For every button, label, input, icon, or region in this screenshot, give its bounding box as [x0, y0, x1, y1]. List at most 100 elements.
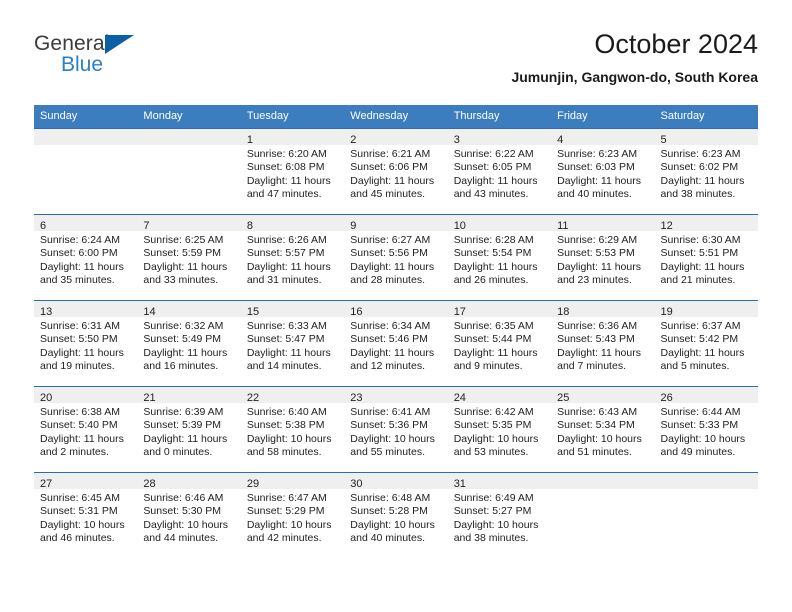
calendar-day-cell[interactable]: 6 Sunrise: 6:24 AM Sunset: 6:00 PM Daylight… — [34, 214, 138, 301]
calendar-day-cell[interactable]: 19 Sunrise: 6:37 AM Sunset: 5:42 PM Dayligh… — [654, 300, 758, 387]
day-detail-line: Sunset: 5:27 PM — [453, 505, 532, 518]
calendar-day-cell[interactable]: 29 Sunrise: 6:47 AM Sunset: 5:29 PM Dayligh… — [240, 472, 345, 558]
day-detail-line: Daylight: 11 hours — [143, 260, 228, 273]
day-detail-lines: Sunrise: 6:35 AM Sunset: 5:44 PM Daylight:… — [448, 317, 551, 373]
day-detail-lines: Sunrise: 6:41 AM Sunset: 5:36 PM Daylight:… — [344, 403, 447, 459]
day-detail-line: Sunset: 5:34 PM — [557, 419, 635, 432]
day-detail-line: Daylight: 11 hours — [246, 260, 331, 273]
day-number: 15 — [246, 306, 260, 318]
calendar-day-cell[interactable]: 28 Sunrise: 6:46 AM Sunset: 5:30 PM Dayligh… — [137, 472, 241, 558]
calendar-day-cell[interactable]: 17 Sunrise: 6:35 AM Sunset: 5:44 PM Dayligh… — [447, 300, 552, 387]
day-detail-lines: Sunrise: 6:49 AM Sunset: 5:27 PM Daylight:… — [448, 489, 551, 545]
day-detail-lines: Sunrise: 6:32 AM Sunset: 5:49 PM Daylight:… — [137, 317, 240, 373]
weekday-header-sunday: Sunday — [34, 105, 138, 129]
day-detail-line: and 23 minutes. — [557, 273, 632, 286]
calendar-day-cell[interactable]: 11 Sunrise: 6:29 AM Sunset: 5:53 PM Dayligh… — [551, 214, 655, 301]
day-number-band: 24 — [447, 387, 552, 404]
day-detail-lines: Sunrise: 6:45 AM Sunset: 5:31 PM Daylight:… — [34, 489, 137, 545]
calendar-day-cell[interactable]: 23 Sunrise: 6:41 AM Sunset: 5:36 PM Dayligh… — [344, 386, 448, 473]
day-detail-lines: Sunrise: 6:48 AM Sunset: 5:28 PM Daylight:… — [344, 489, 447, 545]
day-detail-line: Sunset: 5:46 PM — [350, 333, 428, 346]
day-number: 17 — [453, 306, 466, 318]
calendar-day-cell[interactable]: 1 Sunrise: 6:20 AM Sunset: 6:08 PM Daylight… — [240, 128, 345, 215]
calendar-day-cell[interactable]: 14 Sunrise: 6:32 AM Sunset: 5:49 PM Dayligh… — [137, 300, 241, 387]
day-detail-line: and 38 minutes. — [453, 531, 529, 544]
calendar-day-cell[interactable]: 30 Sunrise: 6:48 AM Sunset: 5:28 PM Dayligh… — [344, 472, 448, 558]
day-detail-line: Daylight: 11 hours — [557, 174, 641, 187]
day-detail-lines: Sunrise: 6:42 AM Sunset: 5:35 PM Daylight:… — [448, 403, 551, 459]
day-number-band: 28 — [137, 473, 241, 490]
day-number: 6 — [40, 220, 47, 232]
calendar-head: Sunday Monday Tuesday Wednesday Thursday… — [34, 105, 758, 129]
day-number: 18 — [557, 306, 570, 318]
calendar-day-cell[interactable]: 3 Sunrise: 6:22 AM Sunset: 6:05 PM Daylight… — [447, 128, 552, 215]
calendar-day-cell[interactable]: 7 Sunrise: 6:25 AM Sunset: 5:59 PM Daylight… — [137, 214, 241, 301]
calendar-day-cell[interactable]: 9 Sunrise: 6:27 AM Sunset: 5:56 PM Daylight… — [344, 214, 448, 301]
day-detail-line: Sunset: 6:02 PM — [660, 161, 739, 174]
day-detail-line: Sunrise: 6:27 AM — [350, 234, 431, 246]
calendar-day-cell[interactable]: 12 Sunrise: 6:30 AM Sunset: 5:51 PM Dayligh… — [654, 214, 758, 301]
calendar-day-cell[interactable]: 31 Sunrise: 6:49 AM Sunset: 5:27 PM Dayligh… — [447, 472, 552, 558]
day-number-band: 3 — [447, 129, 552, 146]
day-detail-line: Sunrise: 6:41 AM — [350, 406, 431, 418]
day-detail-line: and 44 minutes. — [143, 531, 219, 544]
day-number: 4 — [557, 134, 564, 146]
calendar-day-cell[interactable]: 2 Sunrise: 6:21 AM Sunset: 6:06 PM Daylight… — [344, 128, 448, 215]
day-number-band: 20 — [34, 387, 138, 404]
calendar-day-cell[interactable]: 21 Sunrise: 6:39 AM Sunset: 5:39 PM Dayligh… — [137, 386, 241, 473]
day-detail-line: Sunrise: 6:48 AM — [350, 492, 431, 504]
calendar-day-cell-inner: 8 Sunrise: 6:26 AM Sunset: 5:57 PM Daylight… — [240, 215, 345, 300]
calendar-day-cell[interactable]: 5 Sunrise: 6:23 AM Sunset: 6:02 PM Daylight… — [654, 128, 758, 215]
page-subtitle: Jumunjin, Gangwon-do, South Korea — [511, 69, 758, 85]
calendar-day-cell-empty — [34, 128, 138, 215]
calendar-day-cell-inner — [654, 473, 758, 558]
weekday-header-row: Sunday Monday Tuesday Wednesday Thursday… — [34, 105, 758, 129]
calendar-day-cell[interactable]: 4 Sunrise: 6:23 AM Sunset: 6:03 PM Daylight… — [551, 128, 655, 215]
day-detail-line: Sunset: 5:39 PM — [143, 419, 222, 432]
calendar-day-cell[interactable]: 8 Sunrise: 6:26 AM Sunset: 5:57 PM Daylight… — [240, 214, 345, 301]
day-detail-line: Daylight: 11 hours — [246, 174, 331, 187]
day-detail-line: Sunset: 5:59 PM — [143, 247, 222, 260]
day-detail-lines: Sunrise: 6:23 AM Sunset: 6:03 PM Daylight:… — [551, 145, 654, 201]
calendar-day-cell[interactable]: 25 Sunrise: 6:43 AM Sunset: 5:34 PM Dayligh… — [551, 386, 655, 473]
day-detail-line: Sunrise: 6:24 AM — [40, 234, 120, 246]
calendar-day-cell[interactable]: 16 Sunrise: 6:34 AM Sunset: 5:46 PM Dayligh… — [344, 300, 448, 387]
day-detail-lines: Sunrise: 6:27 AM Sunset: 5:56 PM Daylight:… — [344, 231, 447, 287]
calendar-day-cell[interactable]: 18 Sunrise: 6:36 AM Sunset: 5:43 PM Dayligh… — [551, 300, 655, 387]
day-detail-line: Daylight: 10 hours — [246, 518, 332, 531]
day-detail-line: and 28 minutes. — [350, 273, 425, 286]
day-detail-line: Daylight: 11 hours — [350, 174, 435, 187]
calendar-week-row: 1 Sunrise: 6:20 AM Sunset: 6:08 PM Daylight… — [34, 128, 758, 215]
calendar-day-cell-inner — [137, 129, 241, 214]
calendar-day-cell-inner: 9 Sunrise: 6:27 AM Sunset: 5:56 PM Daylight… — [344, 215, 448, 300]
brand-logo[interactable]: General Blue — [34, 32, 214, 88]
day-number: 21 — [143, 392, 156, 404]
calendar-day-cell[interactable]: 27 Sunrise: 6:45 AM Sunset: 5:31 PM Dayligh… — [34, 472, 138, 558]
day-detail-line: Sunset: 5:40 PM — [40, 419, 118, 432]
day-detail-line: Sunrise: 6:36 AM — [557, 320, 638, 332]
page-title: October 2024 — [594, 29, 758, 59]
day-detail-line: Sunrise: 6:45 AM — [40, 492, 120, 504]
calendar-day-cell[interactable]: 20 Sunrise: 6:38 AM Sunset: 5:40 PM Dayligh… — [34, 386, 138, 473]
day-number: 12 — [660, 220, 673, 232]
calendar-day-cell[interactable]: 22 Sunrise: 6:40 AM Sunset: 5:38 PM Dayligh… — [240, 386, 345, 473]
day-detail-line: and 51 minutes. — [557, 445, 632, 458]
day-number-band: 6 — [34, 215, 138, 232]
calendar-day-cell[interactable]: 13 Sunrise: 6:31 AM Sunset: 5:50 PM Dayligh… — [34, 300, 138, 387]
day-number: 22 — [246, 392, 260, 404]
day-number-band — [551, 473, 655, 489]
calendar-page: General Blue October 2024 Jumunjin, Gang… — [0, 0, 792, 612]
day-detail-line: Daylight: 10 hours — [40, 518, 125, 531]
calendar-day-cell[interactable]: 10 Sunrise: 6:28 AM Sunset: 5:54 PM Dayligh… — [447, 214, 552, 301]
day-number: 24 — [453, 392, 466, 404]
day-detail-lines — [137, 145, 240, 148]
calendar-day-cell[interactable]: 15 Sunrise: 6:33 AM Sunset: 5:47 PM Dayligh… — [240, 300, 345, 387]
day-detail-line: Sunset: 5:31 PM — [40, 505, 118, 518]
day-detail-lines: Sunrise: 6:26 AM Sunset: 5:57 PM Daylight:… — [241, 231, 344, 287]
calendar-day-cell-inner: 25 Sunrise: 6:43 AM Sunset: 5:34 PM Dayligh… — [551, 387, 655, 472]
calendar-day-cell[interactable]: 26 Sunrise: 6:44 AM Sunset: 5:33 PM Dayligh… — [654, 386, 758, 473]
day-detail-line: Daylight: 11 hours — [246, 346, 331, 359]
day-detail-line: and 7 minutes. — [557, 359, 626, 372]
calendar-day-cell[interactable]: 24 Sunrise: 6:42 AM Sunset: 5:35 PM Dayligh… — [447, 386, 552, 473]
day-detail-lines — [551, 489, 654, 492]
